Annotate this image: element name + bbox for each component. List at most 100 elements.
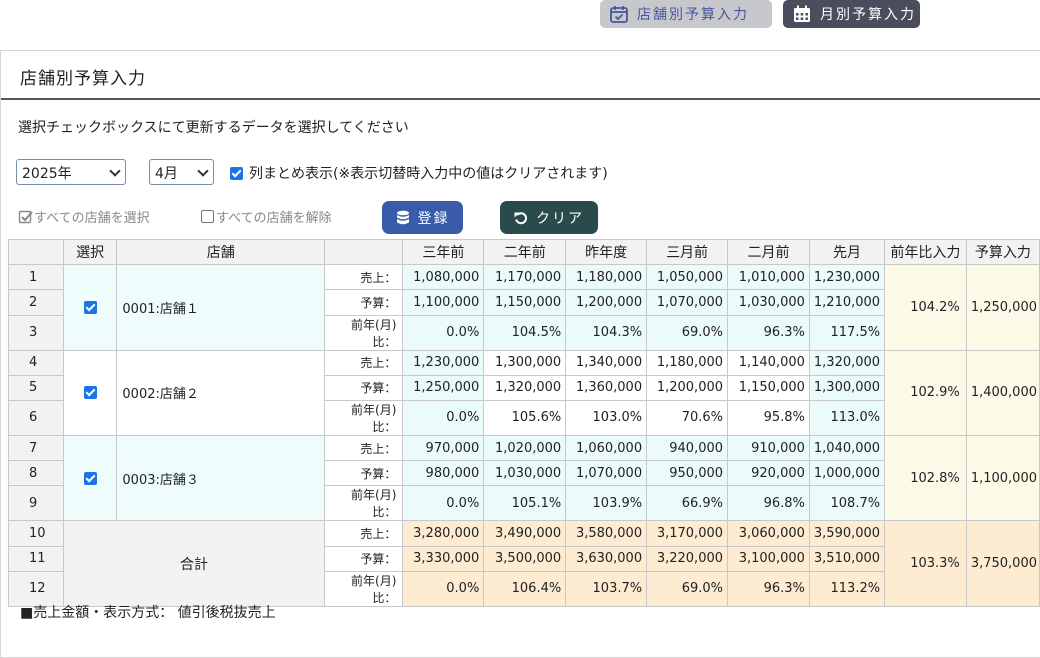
undo-icon bbox=[514, 211, 528, 224]
header-two-months-ago: 二月前 bbox=[727, 238, 810, 266]
header-three-years-ago: 三年前 bbox=[402, 238, 485, 266]
total-budget-cell: 3,750,000 bbox=[965, 520, 1040, 607]
value-cell: 1,200,000 bbox=[565, 289, 648, 316]
value-cell: 1,360,000 bbox=[565, 374, 648, 401]
value-cell: 1,250,000 bbox=[402, 374, 485, 401]
value-cell: 105.1% bbox=[483, 485, 567, 522]
value-cell: 69.0% bbox=[646, 314, 729, 351]
clear-button[interactable]: クリア bbox=[500, 201, 598, 234]
select-all-label: すべての店舗を選択 bbox=[34, 211, 150, 226]
row-number: 12 bbox=[8, 570, 64, 607]
header-label bbox=[324, 238, 404, 266]
header-budget-input: 予算入力 bbox=[965, 238, 1040, 266]
top-nav: 店舗別予算入力 月別予算入力 bbox=[0, 0, 1040, 32]
clear-label: クリア bbox=[536, 210, 584, 227]
value-cell: 1,180,000 bbox=[565, 264, 648, 291]
value-cell: 0.0% bbox=[402, 314, 485, 351]
value-cell: 1,060,000 bbox=[565, 434, 648, 462]
deselect-all-label: すべての店舗を解除 bbox=[216, 211, 332, 226]
value-cell: 66.9% bbox=[646, 485, 729, 522]
value-cell: 970,000 bbox=[402, 434, 485, 462]
value-cell: 1,030,000 bbox=[483, 460, 567, 487]
value-cell: 96.8% bbox=[727, 485, 810, 522]
database-icon bbox=[396, 210, 409, 224]
row-label: 売上： bbox=[324, 520, 404, 547]
table-row: 7 0003:店舗３ 売上： 970,000 1,020,000 1,060,000 940… bbox=[8, 434, 1040, 522]
value-cell: 1,150,000 bbox=[727, 374, 810, 401]
total-label: 合計 bbox=[62, 520, 326, 607]
table-header-row: 選択 店舗 三年前 二年前 昨年度 三月前 二月前 先月 前年比入力 予算入力 bbox=[8, 238, 1040, 266]
value-cell: 1,150,000 bbox=[483, 289, 567, 316]
table-row: 1 0001:店舗１ 売上： 1,080,000 1,170,000 1,180,000 1… bbox=[8, 264, 1040, 351]
value-cell: 1,100,000 bbox=[402, 289, 485, 316]
group-display-label: 列まとめ表示(※表示切替時入力中の値はクリアされます) bbox=[249, 166, 608, 182]
total-value-cell: 3,100,000 bbox=[727, 545, 810, 572]
value-cell: 980,000 bbox=[402, 460, 485, 487]
header-last-year: 昨年度 bbox=[565, 238, 648, 266]
value-cell: 113.0% bbox=[808, 399, 886, 436]
row-label: 前年(月)比： bbox=[324, 485, 404, 522]
value-cell: 0.0% bbox=[402, 399, 485, 436]
row-number: 6 bbox=[8, 399, 64, 436]
register-button[interactable]: 登録 bbox=[382, 201, 463, 234]
value-cell: 1,210,000 bbox=[808, 289, 886, 316]
total-value-cell: 113.2% bbox=[808, 570, 886, 607]
store-select-checkbox[interactable] bbox=[83, 300, 97, 314]
store-name: 0002:店舗２ bbox=[116, 349, 326, 436]
value-cell: 104.5% bbox=[483, 314, 567, 351]
value-cell: 1,080,000 bbox=[402, 264, 485, 291]
yoy-input-cell[interactable]: 102.9% bbox=[884, 349, 967, 436]
value-cell: 1,170,000 bbox=[483, 264, 567, 291]
total-value-cell: 3,590,000 bbox=[808, 520, 886, 547]
total-value-cell: 69.0% bbox=[646, 570, 729, 607]
group-display-toggle[interactable]: 列まとめ表示(※表示切替時入力中の値はクリアされます) bbox=[230, 163, 608, 183]
total-value-cell: 3,510,000 bbox=[808, 545, 886, 572]
chevron-down-icon bbox=[197, 165, 209, 177]
row-label: 予算： bbox=[324, 374, 404, 401]
yoy-input-cell[interactable]: 102.8% bbox=[884, 434, 967, 522]
total-value-cell: 3,500,000 bbox=[483, 545, 567, 572]
calendar-check-icon bbox=[610, 6, 628, 23]
store-select-checkbox[interactable] bbox=[83, 471, 97, 485]
header-last-month: 先月 bbox=[808, 238, 886, 266]
store-select-checkbox[interactable] bbox=[83, 386, 97, 400]
table-row: 4 0002:店舗２ 売上： 1,230,000 1,300,000 1,340,000 1… bbox=[8, 349, 1040, 436]
month-budget-tab-button[interactable]: 月別予算入力 bbox=[783, 0, 920, 28]
yoy-input-cell[interactable]: 104.2% bbox=[884, 264, 967, 351]
checked-square-icon bbox=[18, 210, 33, 223]
value-cell: 1,010,000 bbox=[727, 264, 810, 291]
group-display-checkbox[interactable] bbox=[230, 166, 243, 180]
value-cell: 1,340,000 bbox=[565, 349, 648, 376]
value-cell: 920,000 bbox=[727, 460, 810, 487]
value-cell: 1,050,000 bbox=[646, 264, 729, 291]
chevron-down-icon bbox=[109, 165, 121, 177]
row-number: 5 bbox=[8, 374, 64, 401]
value-cell: 910,000 bbox=[727, 434, 810, 462]
value-cell: 1,040,000 bbox=[808, 434, 886, 462]
row-number: 2 bbox=[8, 289, 64, 316]
row-label: 予算： bbox=[324, 460, 404, 487]
budget-table: 選択 店舗 三年前 二年前 昨年度 三月前 二月前 先月 前年比入力 予算入力 … bbox=[8, 238, 1040, 607]
row-label: 予算： bbox=[324, 289, 404, 316]
row-label: 予算： bbox=[324, 545, 404, 572]
store-select-cell[interactable] bbox=[62, 349, 118, 436]
select-all-stores[interactable]: すべての店舗を選択 bbox=[18, 207, 150, 226]
store-select-cell[interactable] bbox=[62, 264, 118, 351]
value-cell: 1,320,000 bbox=[808, 349, 886, 376]
month-select[interactable]: 4月 bbox=[149, 159, 214, 185]
total-value-cell: 3,490,000 bbox=[483, 520, 567, 547]
page-title: 店舗別予算入力 bbox=[1, 51, 1040, 100]
row-label: 売上： bbox=[324, 264, 404, 291]
store-select-cell[interactable] bbox=[62, 434, 118, 522]
budget-input-cell[interactable]: 1,400,000 bbox=[965, 349, 1040, 436]
header-store: 店舗 bbox=[116, 238, 326, 266]
footer-note: ■売上金額・表示方式： 値引後税抜売上 bbox=[20, 605, 276, 621]
row-number: 7 bbox=[8, 434, 64, 462]
budget-input-cell[interactable]: 1,250,000 bbox=[965, 264, 1040, 351]
year-select[interactable]: 2025年 bbox=[16, 159, 126, 185]
value-cell: 105.6% bbox=[483, 399, 567, 436]
value-cell: 103.0% bbox=[565, 399, 648, 436]
budget-input-cell[interactable]: 1,100,000 bbox=[965, 434, 1040, 522]
deselect-all-stores[interactable]: すべての店舗を解除 bbox=[201, 207, 332, 226]
store-budget-tab-button[interactable]: 店舗別予算入力 bbox=[600, 0, 772, 28]
